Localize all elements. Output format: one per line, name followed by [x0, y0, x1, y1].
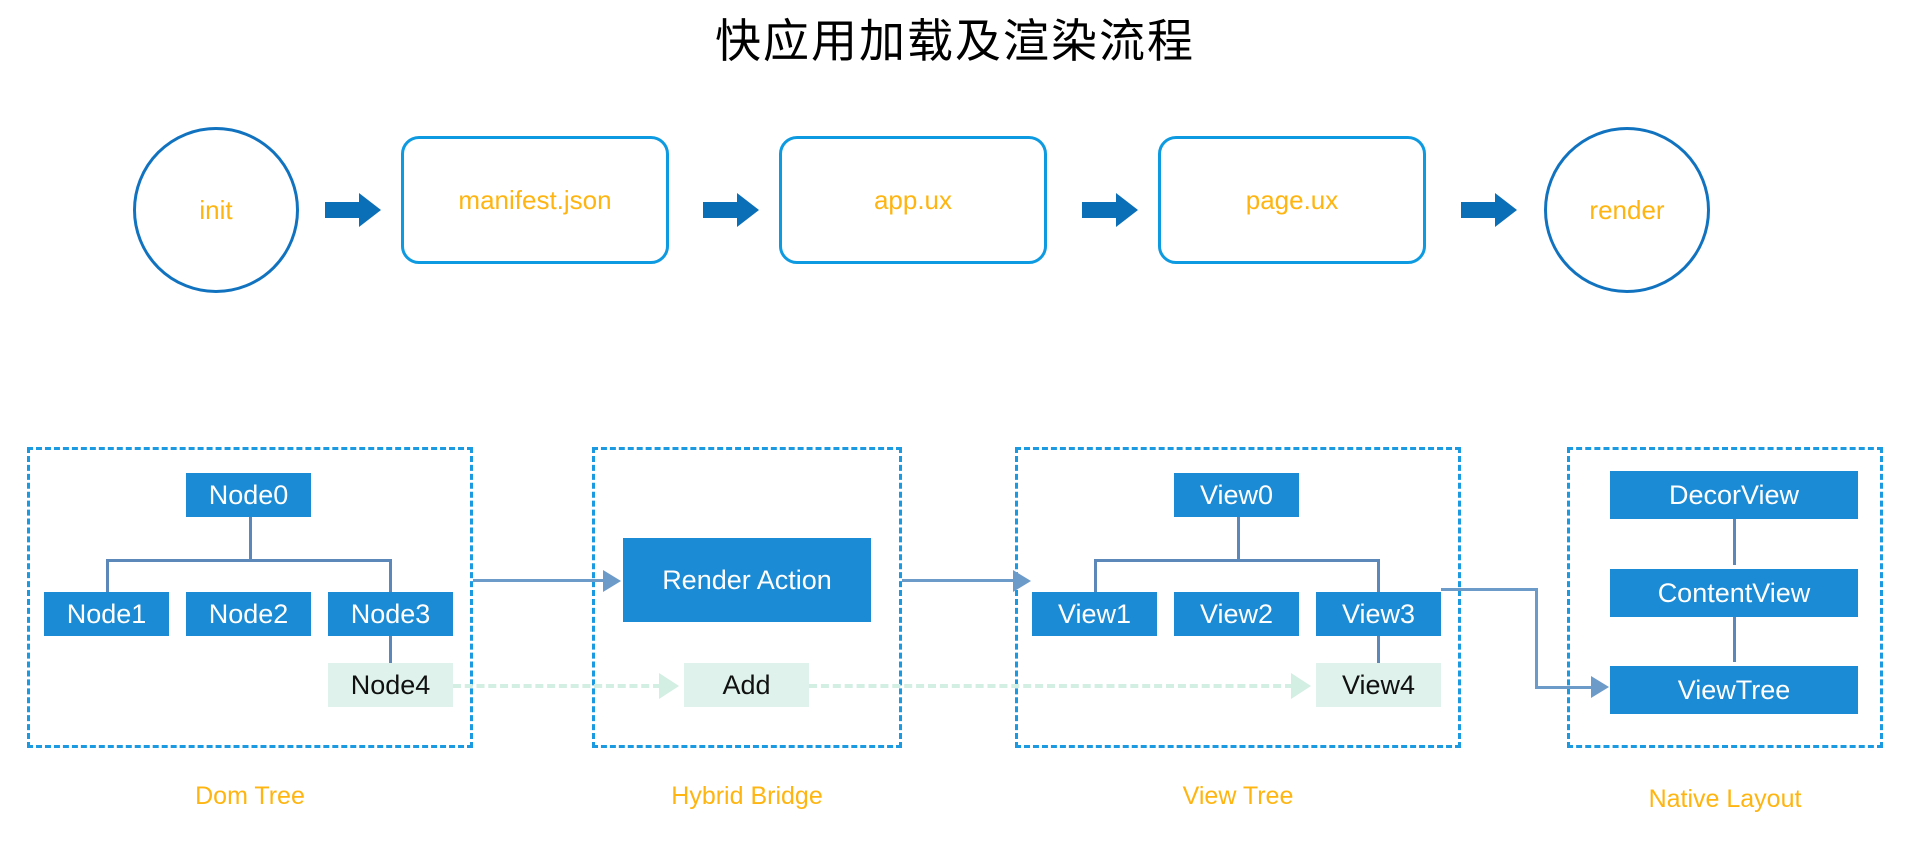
- arrow-head: [737, 193, 759, 227]
- node-box-node0[interactable]: Node0: [186, 473, 311, 517]
- node-label: View3: [1341, 598, 1416, 629]
- panel-label-dom-tree: Dom Tree: [195, 782, 305, 810]
- node-label: ContentView: [1657, 577, 1811, 608]
- connector-arrowhead: [1013, 570, 1031, 592]
- arrow-right-icon: [1461, 193, 1519, 227]
- connector-dashed-arrowhead: [659, 673, 679, 699]
- tree-line: [1733, 614, 1736, 662]
- arrow-head: [359, 193, 381, 227]
- node-box-node1[interactable]: Node1: [44, 592, 169, 636]
- flow-step-app-ux[interactable]: app.ux: [779, 136, 1047, 264]
- node-label: Render Action: [662, 564, 832, 595]
- node-label: Node2: [208, 598, 289, 629]
- node-box-view1[interactable]: View1: [1032, 592, 1157, 636]
- flow-step-label: init: [199, 194, 233, 225]
- node-box-view2[interactable]: View2: [1174, 592, 1299, 636]
- page-title: 快应用加载及渲染流程: [715, 14, 1195, 68]
- arrow-right-icon: [1082, 193, 1140, 227]
- node-label: View2: [1199, 598, 1274, 629]
- node-label: View1: [1057, 598, 1132, 629]
- tree-line: [1094, 559, 1380, 562]
- node-box-view3[interactable]: View3: [1316, 592, 1441, 636]
- tree-line: [106, 559, 109, 595]
- connector-segment: [902, 579, 1015, 582]
- connector-segment: [1535, 686, 1593, 689]
- node-box-view0[interactable]: View0: [1174, 473, 1299, 517]
- flow-step-init[interactable]: init: [133, 127, 299, 293]
- tree-line: [249, 516, 252, 561]
- node-label: View0: [1199, 479, 1274, 510]
- tree-line: [1094, 559, 1097, 595]
- connector-dom-to-bridge: [473, 570, 623, 592]
- flow-step-manifest[interactable]: manifest.json: [401, 136, 669, 264]
- arrow-shaft: [703, 202, 739, 218]
- tree-line: [1733, 517, 1736, 565]
- arrow-head: [1495, 193, 1517, 227]
- connector-segment: [1441, 588, 1538, 591]
- flow-step-label: manifest.json: [458, 184, 612, 215]
- flow-step-label: render: [1589, 194, 1665, 225]
- panel-label-hybrid-bridge: Hybrid Bridge: [671, 782, 823, 810]
- node-box-view4[interactable]: View4: [1316, 663, 1441, 707]
- connector-bridge-to-view: [902, 570, 1035, 592]
- node-box-decorview[interactable]: DecorView: [1610, 471, 1858, 519]
- node-label: Node0: [208, 479, 289, 510]
- connector-arrowhead: [603, 570, 621, 592]
- diagram-canvas: 快应用加载及渲染流程 init manifest.json app.ux pag…: [0, 0, 1910, 864]
- connector-add-to-view4: [809, 673, 1316, 699]
- panel-label-native-layout: Native Layout: [1648, 785, 1802, 813]
- tree-line: [1377, 559, 1380, 595]
- connector-node4-to-add: [453, 673, 684, 699]
- tree-line: [1237, 516, 1240, 561]
- node-box-viewtree[interactable]: ViewTree: [1610, 666, 1858, 714]
- node-label: Node4: [350, 669, 431, 700]
- connector-segment: [1535, 588, 1538, 689]
- connector-segment: [473, 579, 605, 582]
- arrow-shaft: [325, 202, 361, 218]
- node-label: Add: [722, 669, 771, 700]
- tree-line: [389, 559, 392, 595]
- arrow-right-icon: [703, 193, 761, 227]
- node-box-node4[interactable]: Node4: [328, 663, 453, 707]
- flow-step-page-ux[interactable]: page.ux: [1158, 136, 1426, 264]
- flow-step-render[interactable]: render: [1544, 127, 1710, 293]
- node-box-node3[interactable]: Node3: [328, 592, 453, 636]
- node-label: Node1: [66, 598, 147, 629]
- connector-dashed-arrowhead: [1291, 673, 1311, 699]
- arrow-right-icon: [325, 193, 383, 227]
- node-box-node2[interactable]: Node2: [186, 592, 311, 636]
- node-label: ViewTree: [1677, 674, 1791, 705]
- arrow-shaft: [1082, 202, 1118, 218]
- node-box-contentview[interactable]: ContentView: [1610, 569, 1858, 617]
- arrow-head: [1116, 193, 1138, 227]
- connector-dashed-segment: [809, 684, 1293, 688]
- connector-view-to-native: [1441, 588, 1613, 703]
- node-label: DecorView: [1668, 479, 1800, 510]
- node-label: View4: [1341, 669, 1416, 700]
- tree-line: [106, 559, 392, 562]
- connector-arrowhead: [1591, 676, 1609, 698]
- node-box-render-action[interactable]: Render Action: [623, 538, 871, 622]
- arrow-shaft: [1461, 202, 1497, 218]
- node-label: Node3: [350, 598, 431, 629]
- flow-step-label: app.ux: [873, 184, 953, 215]
- flow-step-label: page.ux: [1245, 184, 1339, 215]
- panel-label-view-tree: View Tree: [1182, 782, 1294, 810]
- node-box-add[interactable]: Add: [684, 663, 809, 707]
- connector-dashed-segment: [453, 684, 661, 688]
